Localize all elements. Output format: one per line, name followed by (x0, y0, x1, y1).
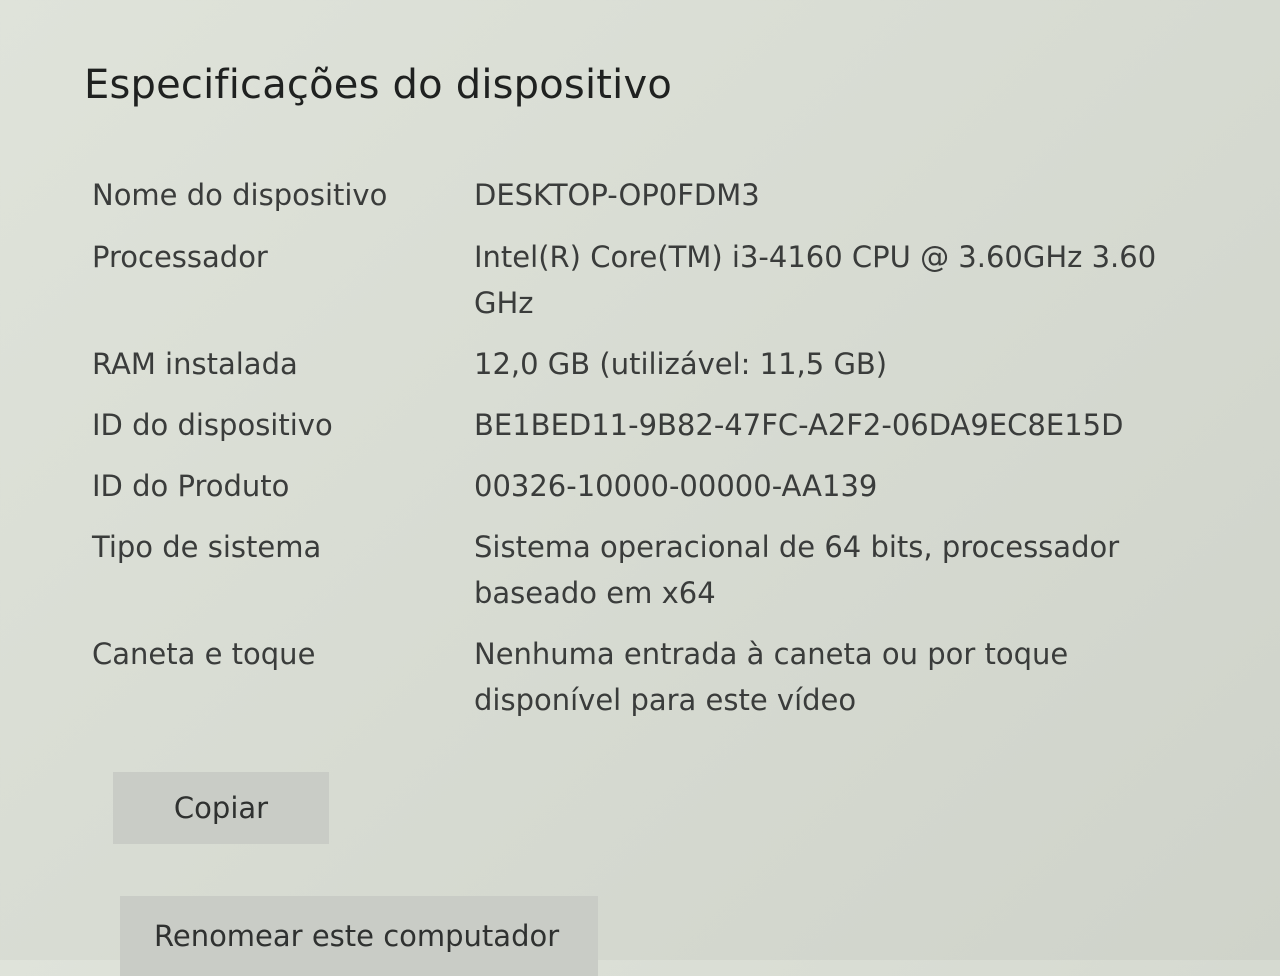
copy-button[interactable]: Copiar (113, 772, 329, 844)
spec-row-installed-ram: RAM instalada 12,0 GB (utilizável: 11,5 … (92, 341, 1242, 387)
spec-value: DESKTOP-OP0FDM3 (474, 178, 760, 212)
spec-row-processor: Processador Intel(R) Core(TM) i3-4160 CP… (92, 234, 1242, 326)
spec-value: 00326-10000-00000-AA139 (474, 469, 878, 503)
spec-value: Sistema operacional de 64 bits, processa… (474, 530, 1120, 610)
spec-row-device-name: Nome do dispositivo DESKTOP-OP0FDM3 (92, 172, 1242, 218)
spec-label: Caneta e toque (92, 637, 316, 671)
spec-label: Processador (92, 240, 268, 274)
spec-label: ID do dispositivo (92, 408, 333, 442)
spec-row-device-id: ID do dispositivo BE1BED11-9B82-47FC-A2F… (92, 402, 1242, 448)
spec-value: Nenhuma entrada à caneta ou por toque di… (474, 637, 1069, 717)
device-specs-list: Nome do dispositivo DESKTOP-OP0FDM3 Proc… (92, 172, 1242, 723)
section-title: Especificações do dispositivo (84, 62, 673, 108)
spec-label: Nome do dispositivo (92, 178, 388, 212)
spec-value: Intel(R) Core(TM) i3-4160 CPU @ 3.60GHz … (474, 240, 1157, 320)
spec-row-product-id: ID do Produto 00326-10000-00000-AA139 (92, 463, 1242, 509)
spec-label: Tipo de sistema (92, 530, 322, 564)
rename-pc-button[interactable]: Renomear este computador (120, 896, 598, 976)
spec-value: BE1BED11-9B82-47FC-A2F2-06DA9EC8E15D (474, 408, 1124, 442)
spec-row-system-type: Tipo de sistema Sistema operacional de 6… (92, 524, 1242, 616)
spec-label: ID do Produto (92, 469, 290, 503)
spec-row-pen-and-touch: Caneta e toque Nenhuma entrada à caneta … (92, 631, 1242, 723)
spec-label: RAM instalada (92, 347, 298, 381)
spec-value: 12,0 GB (utilizável: 11,5 GB) (474, 347, 888, 381)
